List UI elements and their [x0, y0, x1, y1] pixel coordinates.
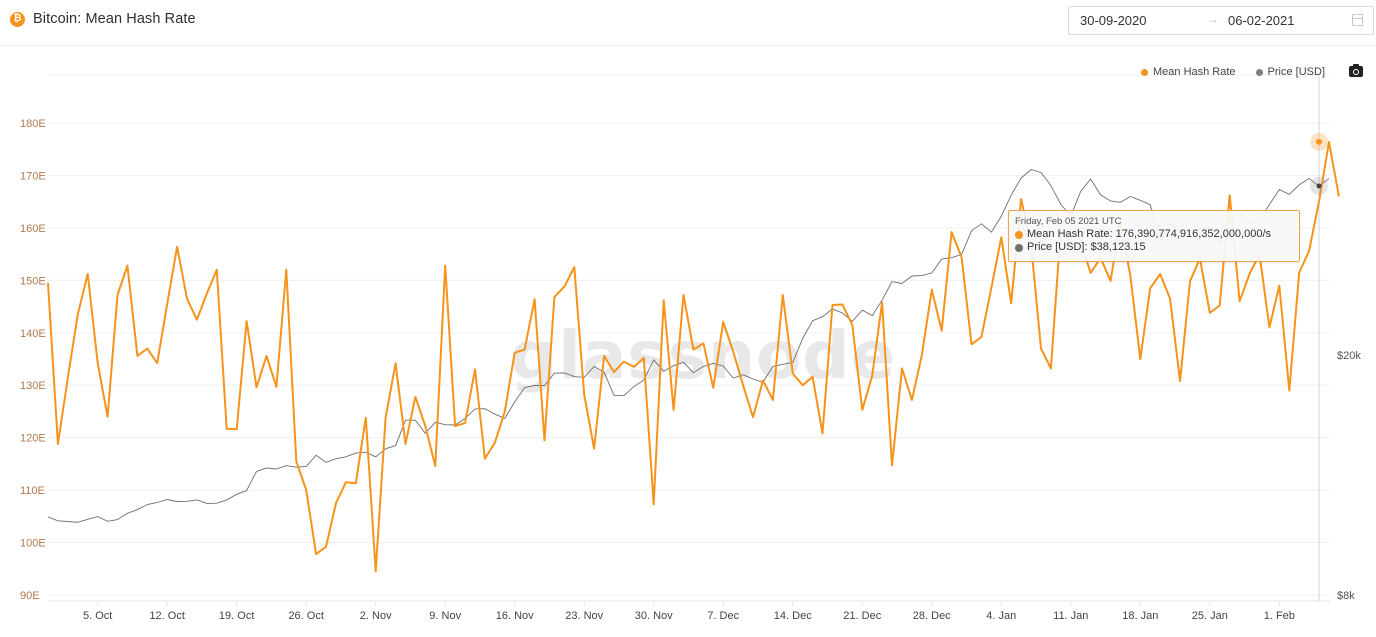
chart[interactable]: glassnode 90E 100E 110E 120E 130E 140E 150E 160… [0, 0, 1376, 637]
y-axis-right: $8k $20k [1337, 350, 1361, 602]
x-tick-label: 5. Oct [83, 610, 112, 622]
x-tick-label: 9. Nov [429, 610, 461, 622]
x-axis: 5. Oct 12. Oct 19. Oct 26. Oct 2. Nov 9. Nov 1… [83, 601, 1295, 622]
tooltip-hash-value: Mean Hash Rate: 176,390,774,916,352,000,… [1027, 228, 1272, 240]
legend-item-price[interactable]: Price [USD] [1255, 66, 1326, 78]
hash-highlight-point [1316, 138, 1323, 145]
x-tick-label: 14. Dec [774, 610, 812, 622]
x-tick-label: 12. Oct [149, 610, 184, 622]
x-tick-label: 1. Feb [1264, 610, 1295, 622]
legend-label: Price [USD] [1267, 66, 1326, 78]
y-tick-label: 180E [20, 118, 46, 130]
x-tick-label: 21. Dec [843, 610, 881, 622]
x-tick-label: 11. Jan [1053, 610, 1088, 622]
legend-item-hash-rate[interactable]: Mean Hash Rate [1141, 66, 1236, 78]
y-tick-label: 160E [20, 223, 46, 235]
tooltip-row-price: Price [USD]: $38,123.15 [1015, 241, 1293, 254]
x-tick-label: 4. Jan [986, 610, 1016, 622]
legend-dot-hash-rate [1141, 68, 1148, 76]
y-tick-label: 170E [20, 170, 46, 182]
x-tick-label: 19. Oct [219, 610, 254, 622]
x-tick-label: 7. Dec [707, 610, 739, 622]
tooltip-price-value: Price [USD]: $38,123.15 [1027, 241, 1146, 253]
y-tick-label: 140E [20, 328, 46, 340]
x-tick-label: 26. Oct [288, 610, 323, 622]
legend-label: Mean Hash Rate [1153, 66, 1236, 78]
tooltip-row-hash: Mean Hash Rate: 176,390,774,916,352,000,… [1015, 228, 1293, 241]
y-tick-label: 120E [20, 433, 46, 445]
y-tick-label: 130E [20, 380, 46, 392]
x-tick-label: 30. Nov [635, 610, 673, 622]
x-tick-label: 18. Jan [1122, 610, 1158, 622]
x-tick-label: 23. Nov [565, 610, 603, 622]
tooltip-date: Friday, Feb 05 2021 UTC [1015, 216, 1122, 227]
legend-dot-price [1255, 68, 1263, 76]
camera-icon[interactable] [1349, 64, 1363, 77]
legend: Mean Hash Rate Price [USD] [1141, 66, 1345, 78]
y-tick-label: 150E [20, 275, 46, 287]
x-tick-label: 16. Nov [496, 610, 534, 622]
x-tick-label: 25. Jan [1192, 610, 1228, 622]
watermark: glassnode [510, 317, 896, 394]
tooltip: Friday, Feb 05 2021 UTC Mean Hash Rate: … [1008, 210, 1300, 262]
x-tick-label: 28. Dec [913, 610, 951, 622]
y-tick-label: 90E [20, 590, 40, 602]
price-highlight-point [1316, 183, 1322, 189]
y-right-tick-label: $8k [1337, 590, 1355, 602]
x-tick-label: 2. Nov [360, 610, 392, 622]
y-right-tick-label: $20k [1337, 350, 1361, 362]
y-axis-left: 90E 100E 110E 120E 130E 140E 150E 160E 170E 180E [20, 118, 46, 602]
y-tick-label: 100E [20, 538, 46, 550]
tooltip-dot-price [1015, 243, 1023, 252]
tooltip-dot-hash [1015, 230, 1023, 239]
y-tick-label: 110E [20, 485, 45, 497]
